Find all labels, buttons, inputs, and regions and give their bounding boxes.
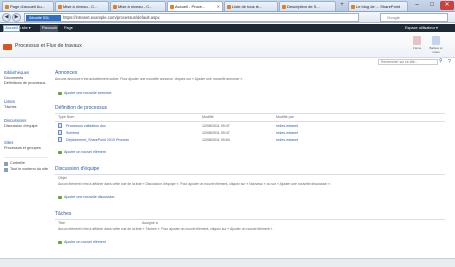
- nav-item-tasks[interactable]: Tâches: [4, 105, 16, 109]
- browser-tab[interactable]: Mise à niveau - C...: [55, 1, 109, 11]
- nav-separator: [4, 157, 48, 158]
- tab-page[interactable]: Page: [64, 24, 73, 32]
- back-button[interactable]: ◀: [2, 13, 11, 22]
- announcements-empty-text: Aucune annonce n'est actuellement active…: [55, 77, 244, 81]
- discussion-title[interactable]: Discussion d'équipe: [55, 166, 99, 172]
- url-input[interactable]: Sécurité SSL https://intranet.example.co…: [24, 13, 359, 22]
- url-text: https://intranet.example.com/processus/d…: [63, 15, 160, 20]
- tab-favicon-icon: [227, 5, 231, 9]
- browser-tab[interactable]: Page d'accueil Au...: [2, 1, 54, 11]
- all-content-icon: [4, 168, 8, 172]
- page-title: Processus et Flux de travaux: [15, 43, 82, 49]
- process-library-title[interactable]: Définition de processus: [55, 105, 107, 111]
- search-engine-input[interactable]: Google: [380, 13, 448, 22]
- tab-label: Description de S...: [287, 4, 320, 9]
- sharepoint-top-bar: Actions du site ▾ Parcourir Page Espace …: [0, 24, 455, 32]
- nav-item-process-groups[interactable]: Processus et groupes: [4, 146, 41, 150]
- add-announcement-link[interactable]: Ajouter une nouvelle annonce: [58, 91, 112, 95]
- tab-label: Mise à niveau - C...: [63, 4, 98, 9]
- quick-launch: Bibliothèques Documents Définitions de p…: [0, 66, 52, 256]
- browser-status-bar: [0, 258, 455, 267]
- browser-tab[interactable]: Liste de tous le...: [224, 1, 278, 11]
- like-label: J'aime: [412, 46, 422, 50]
- nav-heading-lists[interactable]: Listes: [4, 99, 15, 104]
- tags-notes-icon[interactable]: [432, 36, 440, 45]
- table-row-modified-by[interactable]: redes.intranet: [276, 124, 298, 128]
- table-row-name[interactable]: Processus validation doc: [66, 124, 106, 128]
- forward-button[interactable]: ▶: [12, 13, 21, 22]
- tab-favicon-icon: [282, 5, 286, 9]
- browser-tab-active[interactable]: Accueil - Proce... ✕: [167, 1, 223, 11]
- browser-tab-strip: Page d'accueil Au... Mise à niveau - C..…: [0, 0, 455, 18]
- table-row-name[interactable]: Schéma: [66, 131, 79, 135]
- nav-item-documents[interactable]: Documents: [4, 76, 23, 80]
- browser-window: Page d'accueil Au... Mise à niveau - C..…: [0, 0, 455, 267]
- tab-label: Page d'accueil Au...: [10, 4, 46, 9]
- recycle-bin-icon: [4, 162, 8, 166]
- table-row-modified-by[interactable]: redes.intranet: [276, 138, 298, 142]
- home-link[interactable]: Accueil: [3, 25, 20, 32]
- nav-heading-discussions[interactable]: Discussions: [4, 118, 26, 123]
- tab-favicon-icon: [113, 5, 117, 9]
- tasks-empty-text: Aucun élément n'est à afficher dans cett…: [58, 227, 274, 231]
- tab-browse[interactable]: Parcourir: [42, 24, 57, 32]
- minimize-button[interactable]: –: [410, 1, 424, 10]
- tab-favicon-icon: [351, 5, 355, 9]
- security-badge[interactable]: Sécurité SSL: [26, 15, 61, 21]
- announcements-title[interactable]: Annonces: [55, 70, 77, 76]
- header-divider: [55, 121, 445, 122]
- tab-favicon-icon: [170, 5, 174, 9]
- table-row-modified: 12/08/2011 09:54: [202, 138, 230, 142]
- browser-tab[interactable]: Le blog de ... SharePoint 2010 ...: [348, 1, 408, 18]
- tab-label: Accueil - Proce...: [175, 4, 206, 9]
- tab-close-icon[interactable]: ✕: [217, 2, 220, 11]
- document-icon: [58, 123, 62, 128]
- table-row-modified-by[interactable]: redes.intranet: [276, 131, 298, 135]
- new-tab-button[interactable]: +: [337, 2, 347, 10]
- user-menu[interactable]: Espace utilisateur ▾: [405, 24, 438, 32]
- add-new-item-link[interactable]: Ajouter un nouvel élément: [58, 150, 106, 154]
- browser-tab[interactable]: Description de S...: [279, 1, 336, 11]
- discussion-empty-text: Aucun élément n'est à afficher dans cett…: [58, 182, 332, 186]
- table-row-name[interactable]: Déploiement_SharePoint 2010 Process: [66, 138, 129, 142]
- section-divider: [55, 219, 445, 220]
- tab-label: Mise à niveau - C...: [118, 4, 153, 9]
- like-icon[interactable]: [413, 36, 421, 45]
- tags-notes-label: Balises et notes: [429, 46, 443, 54]
- tasks-title[interactable]: Tâches: [55, 211, 71, 217]
- column-type-name[interactable]: Type Nom: [58, 115, 74, 119]
- nav-heading-sites[interactable]: Sites: [4, 140, 13, 145]
- column-subject[interactable]: Objet: [58, 176, 67, 180]
- nav-item-process-definitions[interactable]: Définitions de processus: [4, 81, 48, 86]
- tab-favicon-icon: [58, 5, 62, 9]
- document-icon: [58, 137, 62, 142]
- tab-label: Liste de tous le...: [232, 4, 263, 9]
- nav-item-recycle-bin[interactable]: Corbeille: [10, 161, 25, 165]
- ribbon-area: Processus et Flux de travaux J'aime Bali…: [0, 32, 455, 58]
- column-modified[interactable]: Modifié: [202, 115, 214, 119]
- section-divider: [55, 113, 445, 114]
- nav-item-team-discussion[interactable]: Discussion d'équipe: [4, 124, 38, 128]
- document-icon: [58, 130, 62, 135]
- add-task-link[interactable]: Ajouter un nouvel élément: [58, 240, 106, 244]
- column-title[interactable]: Titre: [58, 221, 65, 225]
- maximize-button[interactable]: □: [425, 1, 439, 10]
- search-icon[interactable]: ⚲: [439, 59, 445, 65]
- nav-heading-libraries[interactable]: Bibliothèques: [4, 70, 29, 75]
- site-logo-icon: [3, 44, 12, 50]
- help-icon[interactable]: ?: [448, 59, 451, 65]
- browser-tab[interactable]: Mise à niveau - C...: [110, 1, 166, 11]
- address-bar: ◀ ▶ Sécurité SSL https://intranet.exampl…: [0, 12, 455, 23]
- add-discussion-link[interactable]: Ajouter une nouvelle discussion: [58, 195, 115, 199]
- site-search-input[interactable]: [378, 59, 438, 65]
- table-row-modified: 12/08/2011 09:47: [202, 124, 230, 128]
- section-divider: [55, 174, 445, 175]
- nav-item-all-site-content[interactable]: Tout le contenu du site: [10, 167, 50, 172]
- column-assigned-to[interactable]: Assigné à: [142, 221, 158, 225]
- column-modified-by[interactable]: Modifié par: [276, 115, 294, 119]
- close-window-button[interactable]: ✕: [440, 1, 454, 10]
- table-row-modified: 12/08/2011 09:47: [202, 131, 230, 135]
- tab-favicon-icon: [5, 5, 9, 9]
